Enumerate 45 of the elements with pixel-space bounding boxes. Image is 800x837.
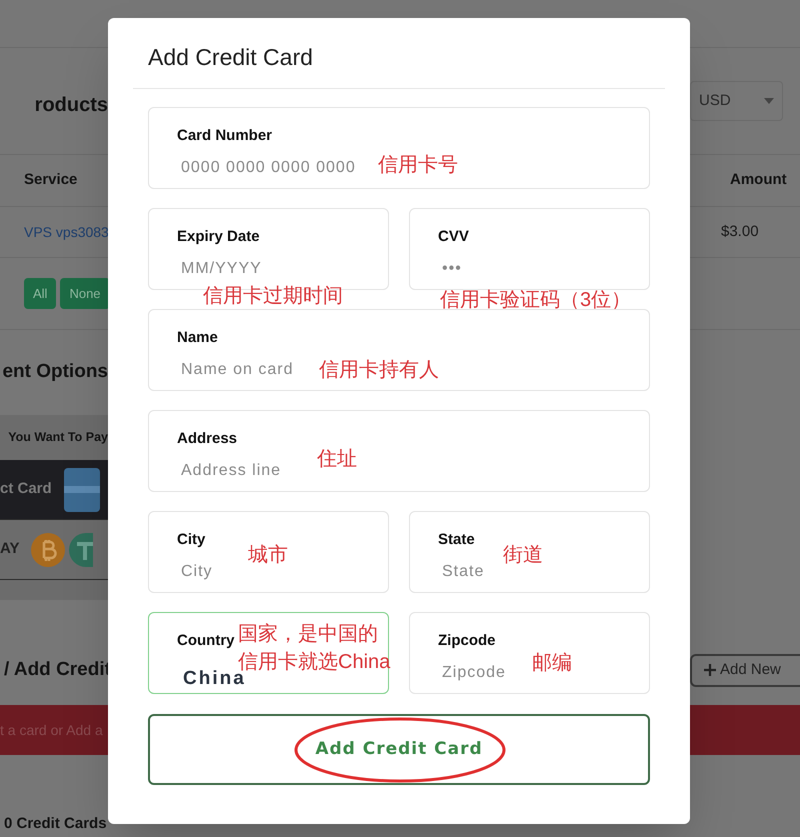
field-label: Expiry Date xyxy=(177,227,260,247)
input-field[interactable]: ••• xyxy=(442,257,491,281)
credit-card-icon xyxy=(64,468,100,512)
field-label: City xyxy=(177,530,206,550)
input-field[interactable]: Address line xyxy=(181,459,314,483)
add-card-button[interactable]: Add Credit Card xyxy=(148,714,650,785)
select-button[interactable]: None xyxy=(60,278,110,309)
modal-title: Add Credit Card xyxy=(147,43,314,72)
select-button[interactable]: All xyxy=(24,278,56,309)
field-label: Address xyxy=(177,429,238,449)
field-label: CVV xyxy=(438,227,469,247)
input-field[interactable]: Name on card xyxy=(181,358,314,382)
section-heading: ent Options xyxy=(2,360,108,384)
table-cell-text: $3.00 xyxy=(721,222,759,242)
annotation-text: 信用卡过期时间 xyxy=(203,284,343,308)
input-field[interactable]: MM/YYYY xyxy=(181,257,267,281)
field-label: Card Number xyxy=(177,126,272,146)
annotation-text: 街道 xyxy=(503,543,543,567)
payment-method[interactable]: ct Card xyxy=(0,460,108,520)
annotation-text: 城市 xyxy=(248,543,288,567)
annotation-text: 信用卡持有人 xyxy=(319,358,439,382)
plus-icon xyxy=(704,664,716,676)
annotation-text: 住址 xyxy=(317,447,357,471)
card-count: 0 Credit Cards xyxy=(3,814,107,834)
service-link[interactable]: VPS vps3083 xyxy=(24,222,108,242)
prompt-text: You Want To Pay xyxy=(7,429,108,446)
column-header: Amount xyxy=(730,170,787,190)
annotation-text: 信用卡验证码（3位） xyxy=(440,288,632,312)
caret-icon xyxy=(764,98,774,104)
annotation-text: 邮编 xyxy=(532,651,572,675)
column-header: Service xyxy=(24,170,78,190)
field-label: Name xyxy=(177,328,218,348)
section-heading: roducts xyxy=(34,93,108,118)
tether-icon xyxy=(69,532,94,566)
input-field[interactable]: 0000 0000 0000 0000 xyxy=(181,156,378,180)
bitcoin-icon xyxy=(31,532,66,566)
field-label: Zipcode xyxy=(438,631,496,651)
field-label: Country xyxy=(177,631,234,651)
input-field[interactable]: Zipcode xyxy=(442,661,528,685)
currency-select[interactable]: USD xyxy=(690,81,783,121)
field-label: State xyxy=(438,530,475,550)
input-field[interactable]: City xyxy=(181,560,239,584)
annotation-text: 国家，是中国的 xyxy=(238,622,378,646)
section-heading: / Add Credit xyxy=(3,658,111,682)
annotation-text: 信用卡号 xyxy=(378,153,458,177)
